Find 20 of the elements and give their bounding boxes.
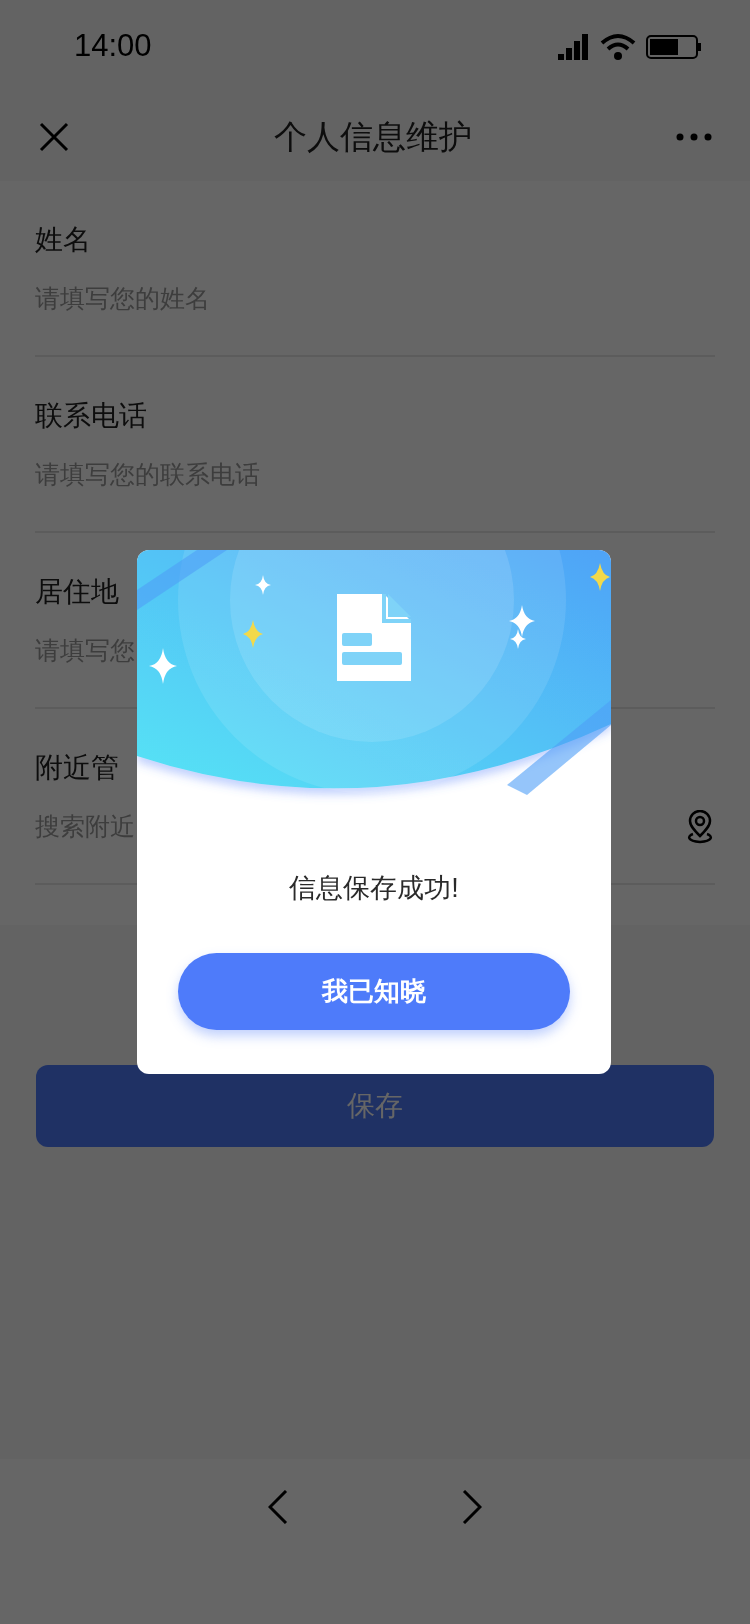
chevron-left-icon	[268, 1490, 288, 1524]
save-button[interactable]: 保存	[36, 1065, 714, 1147]
back-button[interactable]	[266, 1487, 290, 1527]
close-icon	[39, 122, 69, 152]
more-icon	[676, 133, 712, 141]
field-label: 姓名	[35, 223, 91, 257]
forward-button[interactable]	[460, 1487, 484, 1527]
signal-icon	[558, 33, 590, 60]
page-title: 个人信息维护	[274, 117, 472, 158]
battery-icon	[646, 34, 702, 59]
wifi-icon	[600, 32, 636, 61]
location-pin-icon[interactable]	[685, 810, 715, 844]
status-time: 14:00	[74, 27, 152, 66]
acknowledge-button[interactable]: 我已知晓	[178, 952, 570, 1030]
field-label: 居住地	[35, 575, 119, 609]
dialog-message: 信息保存成功!	[289, 872, 459, 905]
chevron-right-icon	[462, 1490, 482, 1524]
close-button[interactable]	[38, 121, 70, 153]
field-label: 附近管	[35, 751, 119, 785]
field-label: 联系电话	[35, 399, 147, 433]
